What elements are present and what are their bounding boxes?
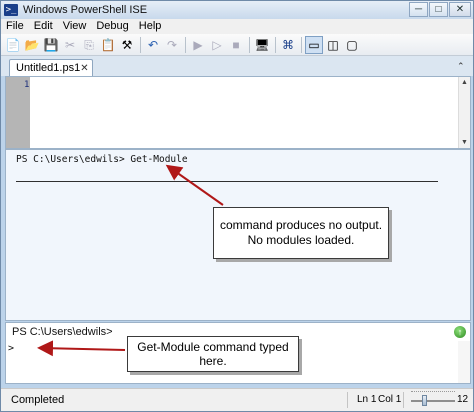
minimize-button[interactable]: ─ — [409, 2, 428, 17]
output-callout-line-2: No modules loaded. — [247, 233, 355, 247]
window-title: Windows PowerShell ISE — [23, 4, 148, 16]
zoom-value: 12 — [457, 394, 469, 405]
run-command-icon[interactable]: ↑ — [454, 326, 466, 338]
command-input[interactable]: > — [8, 343, 14, 354]
column-indicator: Col 1 — [378, 394, 402, 405]
toolbar-separator — [249, 36, 250, 53]
clear-icon[interactable]: ⚒ — [118, 36, 136, 54]
toolbar-separator — [301, 36, 302, 53]
run-selection-icon[interactable]: ▷ — [208, 36, 226, 54]
menu-view[interactable]: View — [58, 19, 92, 34]
layout-right-icon[interactable]: ◫ — [324, 36, 342, 54]
output-callout-line-1: command produces no output. — [219, 218, 383, 232]
status-separator — [347, 392, 348, 408]
paste-icon[interactable]: 📋 — [99, 36, 117, 54]
menu-edit[interactable]: Edit — [29, 19, 58, 34]
cut-icon[interactable]: ✂ — [61, 36, 79, 54]
tab-label: Untitled1.ps1 — [16, 62, 81, 74]
powershell-icon[interactable]: ⌘ — [279, 36, 297, 54]
tab-untitled1[interactable]: Untitled1.ps1 ✕ — [9, 59, 93, 76]
maximize-button[interactable]: □ — [429, 2, 448, 17]
menu-help[interactable]: Help — [134, 19, 167, 34]
copy-icon[interactable]: ⎘ — [80, 36, 98, 54]
menu-debug[interactable]: Debug — [91, 19, 133, 34]
scroll-down-icon[interactable]: ▼ — [461, 139, 468, 146]
command-callout-line-2: here. — [199, 354, 227, 368]
powershell-app-icon: >_ — [4, 4, 18, 16]
new-icon[interactable]: 📄 — [4, 36, 22, 54]
menu-bar: File Edit View Debug Help — [1, 19, 473, 34]
command-scrollbar[interactable] — [458, 341, 470, 383]
line-number: 1 — [24, 80, 30, 90]
menu-file[interactable]: File — [1, 19, 29, 34]
status-text: Completed — [11, 394, 65, 406]
layout-top-icon[interactable]: ▭ — [305, 35, 323, 54]
tab-strip: Untitled1.ps1 ✕ ⌃ — [1, 56, 473, 76]
powershell-ise-window: >_ Windows PowerShell ISE ─ □ ✕ File Edi… — [0, 0, 474, 412]
toolbar-separator — [140, 36, 141, 53]
zoom-ticks — [411, 391, 455, 394]
zoom-slider-track[interactable] — [411, 400, 455, 402]
command-callout-line-1: Get-Module command typed — [137, 340, 289, 354]
script-scrollbar[interactable]: ▲ ▼ — [458, 77, 470, 148]
remote-icon[interactable]: 🖥 — [253, 36, 271, 54]
zoom-slider-thumb[interactable] — [422, 395, 427, 406]
collapse-script-pane-icon[interactable]: ⌃ — [457, 61, 467, 71]
script-pane[interactable]: 1 ▲ ▼ — [5, 76, 471, 149]
tab-close-icon[interactable]: ✕ — [80, 63, 88, 74]
redo-icon[interactable]: ↷ — [163, 36, 181, 54]
command-callout: Get-Module command typed here. — [127, 336, 299, 372]
toolbar-separator — [275, 36, 276, 53]
stop-icon[interactable]: ■ — [227, 36, 245, 54]
open-icon[interactable]: 📂 — [23, 36, 41, 54]
close-button[interactable]: ✕ — [449, 2, 471, 17]
toolbar: 📄 📂 💾 ✂ ⎘ 📋 ⚒ ↶ ↷ ▶ ▷ ■ 🖥 ⌘ ▭ ◫ ▢ — [1, 34, 473, 56]
save-icon[interactable]: 💾 — [42, 36, 60, 54]
scroll-up-icon[interactable]: ▲ — [461, 79, 468, 86]
run-icon[interactable]: ▶ — [189, 36, 207, 54]
window-controls: ─ □ ✕ — [409, 2, 471, 17]
output-command-line: PS C:\Users\edwils> Get-Module — [16, 154, 188, 165]
line-indicator: Ln 1 — [357, 394, 377, 405]
output-callout: command produces no output. No modules l… — [213, 207, 389, 259]
output-divider — [16, 181, 438, 182]
status-bar: Completed Ln 1 Col 1 12 — [1, 388, 473, 411]
title-bar[interactable]: >_ Windows PowerShell ISE ─ □ ✕ — [1, 1, 473, 19]
toolbar-separator — [185, 36, 186, 53]
undo-icon[interactable]: ↶ — [144, 36, 162, 54]
command-prompt: PS C:\Users\edwils> — [12, 326, 113, 338]
layout-max-icon[interactable]: ▢ — [343, 36, 361, 54]
line-number-gutter: 1 — [6, 77, 30, 148]
status-separator — [403, 392, 404, 408]
